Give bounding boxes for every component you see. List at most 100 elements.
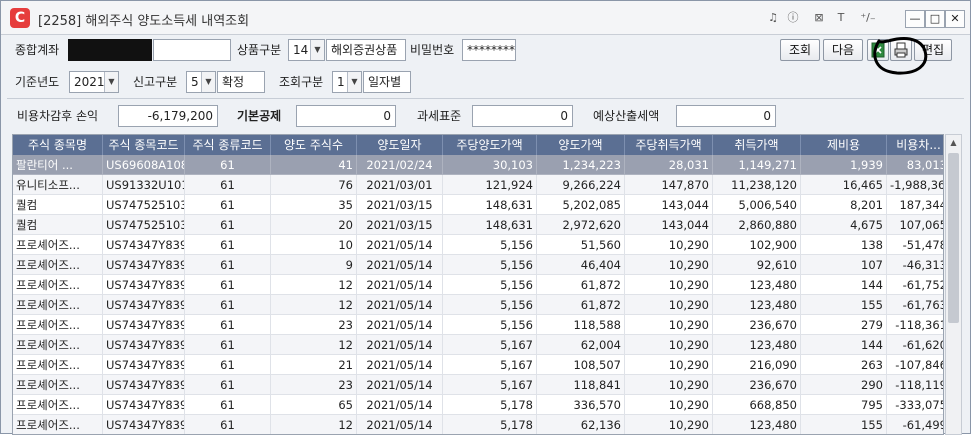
table-row[interactable]: 프로셰어즈...US74347Y839661232021/05/145,1671… (13, 375, 943, 395)
table-cell: 16,465 (801, 175, 887, 195)
table-cell: 10,290 (625, 375, 713, 395)
scroll-up-icon[interactable]: ▲ (946, 135, 961, 151)
table-cell: 유니티소프... (13, 175, 103, 195)
taxbase-value-field: 0 (472, 105, 573, 127)
column-header[interactable]: 양도가액 (537, 135, 625, 155)
table-cell: US91332U1016 (103, 175, 185, 195)
link-icon[interactable]: ⊠ (811, 10, 827, 26)
table-cell: US74347Y8396 (103, 415, 185, 434)
table-cell: 프로셰어즈... (13, 335, 103, 355)
table-row[interactable]: 프로셰어즈...US74347Y839661102021/05/145,1565… (13, 235, 943, 255)
table-cell: 28,031 (625, 155, 713, 175)
table-cell: 155 (801, 295, 887, 315)
table-cell: 2021/05/14 (357, 395, 443, 415)
table-cell: 8,201 (801, 195, 887, 215)
table-row[interactable]: 퀄컴US747525103661202021/03/15148,6312,972… (13, 215, 943, 235)
table-cell: 795 (801, 395, 887, 415)
account-number-field[interactable] (68, 39, 152, 61)
table-cell: 61 (185, 275, 271, 295)
table-cell: 102,900 (713, 235, 801, 255)
vertical-scrollbar[interactable]: ▲ (945, 134, 962, 435)
table-cell: 216,090 (713, 355, 801, 375)
column-header[interactable]: 양도일자 (357, 135, 443, 155)
password-label: 비밀번호 (410, 43, 455, 57)
info-icon[interactable]: ⓘ (785, 10, 801, 26)
table-row[interactable]: 프로셰어즈...US74347Y839661122021/05/145,1566… (13, 275, 943, 295)
table-cell: 5,156 (443, 315, 537, 335)
column-header[interactable]: 주식 종목명 (13, 135, 103, 155)
table-cell: 2021/02/24 (357, 155, 443, 175)
column-header[interactable]: 제비용 (801, 135, 887, 155)
chevron-down-icon: ▼ (104, 72, 118, 92)
table-cell: 61,872 (537, 295, 625, 315)
table-cell: 5,156 (443, 295, 537, 315)
table-cell: 61,872 (537, 275, 625, 295)
table-row[interactable]: 유니티소프...US91332U101661762021/03/01121,92… (13, 175, 943, 195)
table-row[interactable]: 프로셰어즈...US74347Y839661122021/05/145,1566… (13, 295, 943, 315)
deduction-value-field: 0 (296, 105, 396, 127)
table-cell: -118,119 (887, 375, 943, 395)
pin-icon[interactable]: T (833, 10, 849, 26)
title-bar[interactable]: C [2258] 해외주식 양도소득세 내역조회 ♫ ⓘ ⊠ T ⁺/₋ — □… (1, 1, 970, 35)
table-row[interactable]: 프로셰어즈...US74347Y839661122021/05/145,1786… (13, 415, 943, 434)
table-row[interactable]: 프로셰어즈...US74347Y839661652021/05/145,1783… (13, 395, 943, 415)
maximize-button[interactable]: □ (925, 10, 945, 28)
table-cell: US74347Y8396 (103, 355, 185, 375)
table-cell: US7475251036 (103, 215, 185, 235)
table-cell: 5,202,085 (537, 195, 625, 215)
table-cell: US74347Y8396 (103, 335, 185, 355)
column-header[interactable]: 주식 종류코드 (185, 135, 271, 155)
table-cell: 5,178 (443, 395, 537, 415)
scroll-thumb[interactable] (948, 153, 959, 323)
table-cell: 프로셰어즈... (13, 255, 103, 275)
search-button[interactable]: 조회 (780, 39, 820, 61)
table-cell: 62,004 (537, 335, 625, 355)
close-button[interactable]: ✕ (945, 10, 965, 28)
table-cell: 20 (271, 215, 357, 235)
table-row[interactable]: 프로셰어즈...US74347Y839661212021/05/145,1671… (13, 355, 943, 375)
table-cell: 123,480 (713, 275, 801, 295)
headset-icon[interactable]: ♫ (765, 10, 781, 26)
table-cell: 46,404 (537, 255, 625, 275)
table-cell: 2021/05/14 (357, 415, 443, 434)
inquiry-select[interactable]: 1 ▼ (332, 71, 362, 93)
product-select[interactable]: 14 ▼ (288, 39, 325, 61)
table-cell: 61 (185, 335, 271, 355)
table-cell: 123,480 (713, 295, 801, 315)
table-cell: 5,156 (443, 275, 537, 295)
transactions-table[interactable]: 주식 종목명 주식 종목코드 주식 종류코드 양도 주식수 양도일자 주당양도가액 양도가액… (12, 134, 944, 435)
font-size-icon[interactable]: ⁺/₋ (857, 10, 879, 26)
table-row[interactable]: 프로셰어즈...US74347Y83966192021/05/145,15646… (13, 255, 943, 275)
year-select[interactable]: 2021 ▼ (69, 71, 119, 93)
column-header[interactable]: 주식 종목코드 (103, 135, 185, 155)
column-header[interactable]: 주당양도가액 (443, 135, 537, 155)
table-row[interactable]: 팔란티어 ...US69608A108861412021/02/2430,103… (13, 155, 943, 175)
table-cell: -118,361 (887, 315, 943, 335)
table-cell: 121,924 (443, 175, 537, 195)
account-name-field[interactable] (153, 39, 231, 61)
column-header[interactable]: 주당취득가액 (625, 135, 713, 155)
table-row[interactable]: 퀄컴US747525103661352021/03/15148,6315,202… (13, 195, 943, 215)
next-button[interactable]: 다음 (823, 39, 863, 61)
password-field[interactable]: ******** (462, 39, 516, 61)
table-row[interactable]: 프로셰어즈...US74347Y839661232021/05/145,1561… (13, 315, 943, 335)
column-header[interactable]: 취득가액 (713, 135, 801, 155)
table-cell: 프로셰어즈... (13, 375, 103, 395)
table-cell: 2021/03/15 (357, 195, 443, 215)
table-cell: -107,846 (887, 355, 943, 375)
table-cell: US74347Y8396 (103, 375, 185, 395)
column-header[interactable]: 비용차... (887, 135, 943, 155)
table-cell: 2,860,880 (713, 215, 801, 235)
product-code: 14 (293, 43, 309, 57)
section-divider (7, 98, 964, 99)
table-row[interactable]: 프로셰어즈...US74347Y839661122021/05/145,1676… (13, 335, 943, 355)
chevron-down-icon: ▼ (347, 72, 361, 92)
minimize-button[interactable]: — (905, 10, 925, 28)
table-cell: 2021/03/01 (357, 175, 443, 195)
table-cell: -51,478 (887, 235, 943, 255)
table-cell: 279 (801, 315, 887, 335)
table-cell: 퀄컴 (13, 195, 103, 215)
column-header[interactable]: 양도 주식수 (271, 135, 357, 155)
table-cell: 236,670 (713, 315, 801, 335)
report-select[interactable]: 5 ▼ (186, 71, 216, 93)
